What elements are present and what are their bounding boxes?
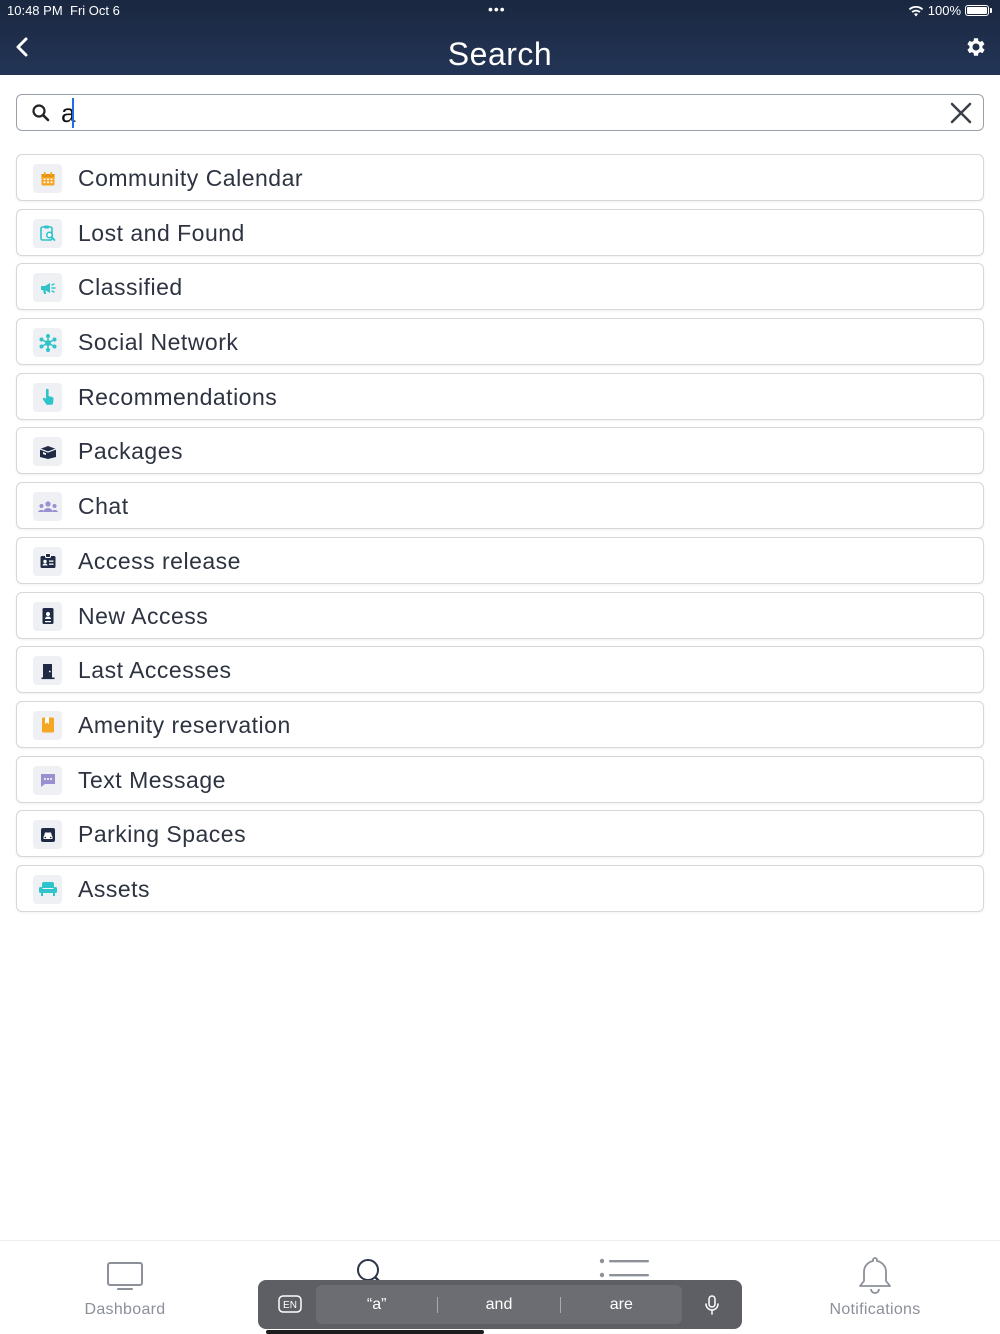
- clear-search-button[interactable]: [949, 101, 973, 125]
- bookmark-icon: [33, 710, 62, 740]
- result-label: New Access: [78, 602, 209, 629]
- tab-label: Dashboard: [84, 1301, 166, 1318]
- result-label: Text Message: [78, 766, 226, 793]
- multitasking-dots[interactable]: •••: [488, 1, 506, 17]
- id-card-icon: [33, 601, 62, 631]
- message-icon: [33, 765, 62, 795]
- search-icon: [32, 104, 50, 122]
- result-label: Last Accesses: [78, 657, 232, 684]
- result-access-release[interactable]: Access release: [16, 536, 984, 584]
- wifi-icon: [908, 5, 923, 16]
- monitor-icon: [107, 1262, 143, 1290]
- result-label: Access release: [78, 547, 241, 574]
- megaphone-icon: [33, 273, 62, 303]
- result-lost-and-found[interactable]: Lost and Found: [16, 208, 984, 256]
- tab-label: Notifications: [829, 1301, 921, 1318]
- result-classified[interactable]: Classified: [16, 263, 984, 311]
- page-title: Search: [447, 36, 553, 72]
- result-label: Assets: [78, 875, 151, 902]
- id-badge-icon: [33, 546, 62, 576]
- network-icon: [33, 328, 62, 358]
- dictation-button[interactable]: [704, 1295, 720, 1315]
- package-icon: [33, 437, 62, 467]
- language-switch-button[interactable]: EN: [278, 1295, 302, 1313]
- home-indicator[interactable]: [266, 1330, 484, 1334]
- close-icon: [950, 102, 972, 124]
- result-label: Packages: [78, 438, 184, 465]
- result-label: Parking Spaces: [78, 821, 247, 848]
- result-social-network[interactable]: Social Network: [16, 318, 984, 366]
- result-community-calendar[interactable]: Community Calendar: [16, 154, 984, 201]
- suggestions-strip: “a” and are: [316, 1285, 682, 1324]
- result-label: Social Network: [78, 329, 239, 356]
- armchair-icon: [33, 874, 62, 904]
- status-time: 10:48 PM: [7, 3, 63, 18]
- list-icon: [599, 1258, 649, 1278]
- search-box[interactable]: [16, 94, 984, 131]
- search-input[interactable]: [61, 99, 931, 127]
- result-label: Classified: [78, 274, 183, 301]
- battery-percent: 100%: [927, 3, 961, 18]
- status-right: 100%: [908, 3, 992, 18]
- bell-icon: [859, 1257, 891, 1294]
- settings-button[interactable]: [964, 35, 988, 59]
- results-list: Community Calendar Lost and Found Classi…: [16, 154, 984, 920]
- globe-icon: EN: [278, 1295, 302, 1313]
- suggestion-1[interactable]: “a”: [316, 1296, 437, 1314]
- calendar-icon: [33, 164, 62, 193]
- result-packages[interactable]: Packages: [16, 427, 984, 475]
- lost-found-icon: [33, 218, 62, 248]
- tab-dashboard[interactable]: Dashboard: [50, 1241, 200, 1334]
- result-new-access[interactable]: New Access: [16, 591, 984, 639]
- suggestion-3[interactable]: are: [561, 1296, 682, 1314]
- battery-nub: [990, 8, 992, 13]
- keyboard-suggestion-bar: EN “a” and are: [258, 1280, 742, 1329]
- hand-pointer-icon: [33, 382, 62, 412]
- result-assets[interactable]: Assets: [16, 864, 984, 912]
- result-label: Community Calendar: [78, 165, 304, 191]
- result-last-accesses[interactable]: Last Accesses: [16, 646, 984, 694]
- gear-icon: [967, 38, 985, 56]
- door-icon: [33, 656, 62, 686]
- microphone-icon: [705, 1295, 719, 1315]
- app-header: 10:48 PM Fri Oct 6 ••• 100% Search: [0, 0, 1000, 75]
- car-icon: [33, 820, 62, 850]
- result-label: Chat: [78, 493, 129, 520]
- result-parking-spaces[interactable]: Parking Spaces: [16, 810, 984, 858]
- result-label: Recommendations: [78, 383, 278, 410]
- result-label: Lost and Found: [78, 219, 245, 246]
- result-chat[interactable]: Chat: [16, 482, 984, 530]
- result-text-message[interactable]: Text Message: [16, 755, 984, 803]
- tab-notifications[interactable]: Notifications: [800, 1241, 950, 1334]
- result-amenity-reservation[interactable]: Amenity reservation: [16, 700, 984, 748]
- result-label: Amenity reservation: [78, 711, 291, 738]
- status-bar: 10:48 PM Fri Oct 6 ••• 100%: [0, 0, 1000, 20]
- lang-code: EN: [283, 1300, 297, 1311]
- status-date: Fri Oct 6: [70, 3, 120, 18]
- users-icon: [33, 492, 62, 522]
- result-recommendations[interactable]: Recommendations: [16, 372, 984, 420]
- suggestion-2[interactable]: and: [438, 1296, 559, 1314]
- battery-icon: [965, 5, 989, 16]
- text-cursor: [72, 98, 74, 128]
